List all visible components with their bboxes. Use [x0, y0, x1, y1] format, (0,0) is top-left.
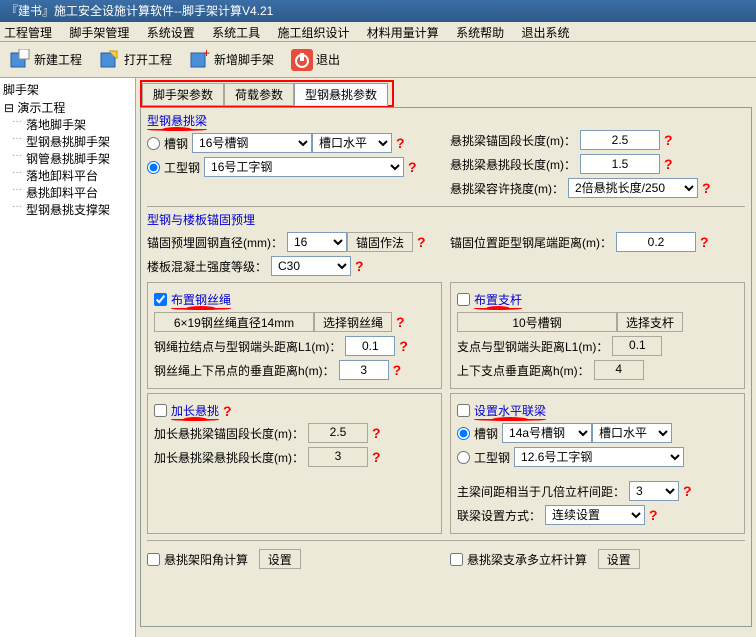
- wire-h-input[interactable]: [339, 360, 389, 380]
- anchor-len-input[interactable]: [580, 130, 660, 150]
- help-icon[interactable]: ?: [393, 362, 402, 378]
- hbeam-i-select[interactable]: 12.6号工字钢: [514, 447, 684, 467]
- extend-group: 加长悬挑? 加长悬挑梁锚固段长度(m)：2.5? 加长悬挑梁悬挑段长度(m)：3…: [147, 393, 442, 534]
- ext-a: 2.5: [308, 423, 368, 443]
- new-icon: [8, 48, 32, 72]
- wire-rope-group: 布置钢丝绳 6×19钢丝绳直径14mm选择钢丝绳? 钢绳拉结点与型钢端头距离L1…: [147, 282, 442, 389]
- open-icon: [98, 48, 122, 72]
- corner-set-button[interactable]: 设置: [259, 549, 301, 569]
- strut-spec: 10号槽钢: [457, 312, 617, 332]
- help-icon[interactable]: ?: [683, 483, 692, 499]
- tree-title: 脚手架: [2, 80, 133, 99]
- span-select[interactable]: 3: [629, 481, 679, 501]
- add-icon: +: [188, 48, 212, 72]
- new-project-button[interactable]: 新建工程: [4, 46, 86, 74]
- help-icon[interactable]: ?: [700, 234, 709, 250]
- tree-item[interactable]: 悬挑卸料平台: [2, 184, 133, 201]
- channel-select[interactable]: 16号槽钢: [192, 133, 312, 153]
- tree-item[interactable]: 落地脚手架: [2, 116, 133, 133]
- pos-input[interactable]: [616, 232, 696, 252]
- hbeam-r1[interactable]: [457, 427, 470, 440]
- menu-item[interactable]: 脚手架管理: [69, 26, 129, 40]
- tab-scaffold-params[interactable]: 脚手架参数: [142, 83, 224, 106]
- menu-item[interactable]: 施工组织设计: [277, 26, 349, 40]
- defl-select[interactable]: 2倍悬挑长度/250: [568, 178, 698, 198]
- tab-bar: 脚手架参数 荷载参数 型钢悬挑参数: [140, 80, 394, 107]
- help-icon[interactable]: ?: [372, 425, 381, 441]
- multi-set-button[interactable]: 设置: [598, 549, 640, 569]
- mode-select[interactable]: 连续设置: [545, 505, 645, 525]
- menu-item[interactable]: 系统帮助: [456, 26, 504, 40]
- exit-button[interactable]: 退出: [286, 46, 344, 74]
- help-icon[interactable]: ?: [408, 159, 417, 175]
- method-button[interactable]: 锚固作法: [347, 232, 413, 252]
- menu-item[interactable]: 退出系统: [522, 26, 570, 40]
- window-title: 『建书』施工安全设施计算软件--脚手架计算V4.21: [0, 0, 756, 22]
- menu-item[interactable]: 系统工具: [212, 26, 260, 40]
- tab-load-params[interactable]: 荷载参数: [224, 83, 294, 106]
- strut-h: 4: [594, 360, 644, 380]
- params-panel: 型钢悬挑梁 槽钢 16号槽钢 槽口水平［ ? 工型钢 16号工字钢 ?: [140, 107, 752, 627]
- strut-group: 布置支杆 10号槽钢选择支杆 支点与型钢端头距离L1(m)：0.1 上下支点垂直…: [450, 282, 745, 389]
- help-icon[interactable]: ?: [664, 132, 673, 148]
- tree-item[interactable]: 型钢悬挑脚手架: [2, 133, 133, 150]
- help-icon[interactable]: ?: [372, 449, 381, 465]
- help-icon[interactable]: ?: [649, 507, 658, 523]
- strut-l1: 0.1: [612, 336, 662, 356]
- exit-icon: [290, 48, 314, 72]
- tree-item[interactable]: 落地卸料平台: [2, 167, 133, 184]
- ibeam-select[interactable]: 16号工字钢: [204, 157, 404, 177]
- tree-panel: 脚手架 ⊟ 演示工程 落地脚手架 型钢悬挑脚手架 钢管悬挑脚手架 落地卸料平台 …: [0, 78, 136, 637]
- menu-item[interactable]: 系统设置: [147, 26, 195, 40]
- grade-select[interactable]: C30: [271, 256, 351, 276]
- strut-check[interactable]: [457, 293, 470, 306]
- menu-item[interactable]: 材料用量计算: [367, 26, 439, 40]
- help-icon[interactable]: ?: [664, 156, 673, 172]
- add-scaffold-button[interactable]: + 新增脚手架: [184, 46, 278, 74]
- wire-spec: 6×19钢丝绳直径14mm: [154, 312, 314, 332]
- hbeam-group: 设置水平联梁 槽钢14a号槽钢槽口水平［ 工型钢12.6号工字钢 主梁间距相当于…: [450, 393, 745, 534]
- help-icon[interactable]: ?: [399, 338, 408, 354]
- wire-check[interactable]: [154, 293, 167, 306]
- hbeam-r2[interactable]: [457, 451, 470, 464]
- tree-item[interactable]: 钢管悬挑脚手架: [2, 150, 133, 167]
- menu-bar: 工程管理 脚手架管理 系统设置 系统工具 施工组织设计 材料用量计算 系统帮助 …: [0, 22, 756, 42]
- toolbar: 新建工程 打开工程 + 新增脚手架 退出: [0, 42, 756, 78]
- wire-l1-input[interactable]: [345, 336, 395, 356]
- dia-select[interactable]: 16: [287, 232, 347, 252]
- hbeam-ch-select[interactable]: 14a号槽钢: [502, 423, 592, 443]
- svg-text:+: +: [203, 49, 210, 60]
- extend-check[interactable]: [154, 404, 167, 417]
- help-icon[interactable]: ?: [396, 135, 405, 151]
- hbeam-check[interactable]: [457, 404, 470, 417]
- tree-root[interactable]: ⊟ 演示工程: [2, 99, 133, 116]
- help-icon[interactable]: ?: [702, 180, 711, 196]
- menu-item[interactable]: 工程管理: [4, 26, 52, 40]
- tree-item[interactable]: 型钢悬挑支撑架: [2, 201, 133, 218]
- help-icon[interactable]: ?: [417, 234, 426, 250]
- multi-check[interactable]: [450, 553, 463, 566]
- group-title: 型钢与楼板锚固预埋: [147, 211, 255, 228]
- radio-ibeam[interactable]: [147, 161, 160, 174]
- cant-len-input[interactable]: [580, 154, 660, 174]
- help-icon[interactable]: ?: [223, 403, 232, 419]
- radio-channel[interactable]: [147, 137, 160, 150]
- corner-check[interactable]: [147, 553, 160, 566]
- group-title: 型钢悬挑梁: [147, 112, 207, 129]
- hbeam-orient[interactable]: 槽口水平［: [592, 423, 672, 443]
- select-wire-button[interactable]: 选择钢丝绳: [314, 312, 392, 332]
- ext-b: 3: [308, 447, 368, 467]
- open-project-button[interactable]: 打开工程: [94, 46, 176, 74]
- orient-select[interactable]: 槽口水平［: [312, 133, 392, 153]
- help-icon[interactable]: ?: [355, 258, 364, 274]
- tab-steel-params[interactable]: 型钢悬挑参数: [294, 83, 388, 106]
- help-icon[interactable]: ?: [396, 314, 405, 330]
- select-strut-button[interactable]: 选择支杆: [617, 312, 683, 332]
